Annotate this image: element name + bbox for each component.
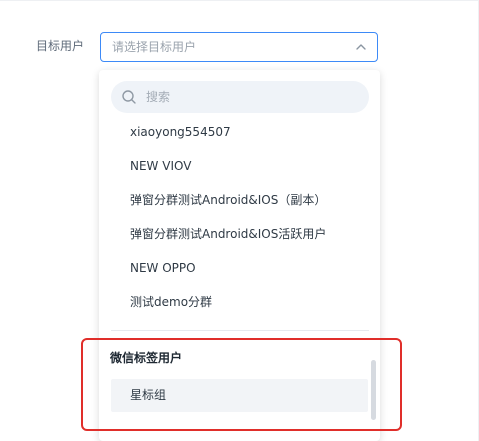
option-item[interactable]: 测试demo分群 [99, 285, 371, 319]
dropdown-search-input[interactable]: 搜索 [111, 81, 369, 113]
option-item[interactable]: xiaoyong554507 [99, 115, 371, 149]
chevron-up-icon [356, 44, 366, 50]
target-user-select[interactable]: 请选择目标用户 [100, 32, 378, 62]
option-label: NEW OPPO [130, 261, 196, 275]
highlight-callout-box [81, 338, 402, 431]
option-label: 弹窗分群测试Android&IOS（副本） [130, 193, 327, 207]
option-label: NEW VIOV [130, 159, 192, 173]
option-label: 弹窗分群测试Android&IOS活跃用户 [130, 227, 327, 241]
search-placeholder: 搜索 [146, 90, 171, 104]
option-item[interactable]: 弹窗分群测试Android&IOS（副本） [99, 183, 371, 217]
page: 目标用户 请选择目标用户 搜索 xiaoyong554507 NEW VIOV … [0, 0, 479, 441]
option-label: xiaoyong554507 [130, 125, 231, 139]
select-placeholder: 请选择目标用户 [112, 40, 197, 54]
top-divider [0, 0, 479, 1]
option-label: 测试demo分群 [130, 295, 213, 309]
search-icon [122, 90, 136, 104]
target-user-label: 目标用户 [36, 39, 85, 53]
option-item[interactable]: 弹窗分群测试Android&IOS活跃用户 [99, 217, 371, 251]
option-item[interactable]: NEW VIOV [99, 149, 371, 183]
option-item[interactable]: NEW OPPO [99, 251, 371, 285]
group-divider [111, 330, 369, 331]
